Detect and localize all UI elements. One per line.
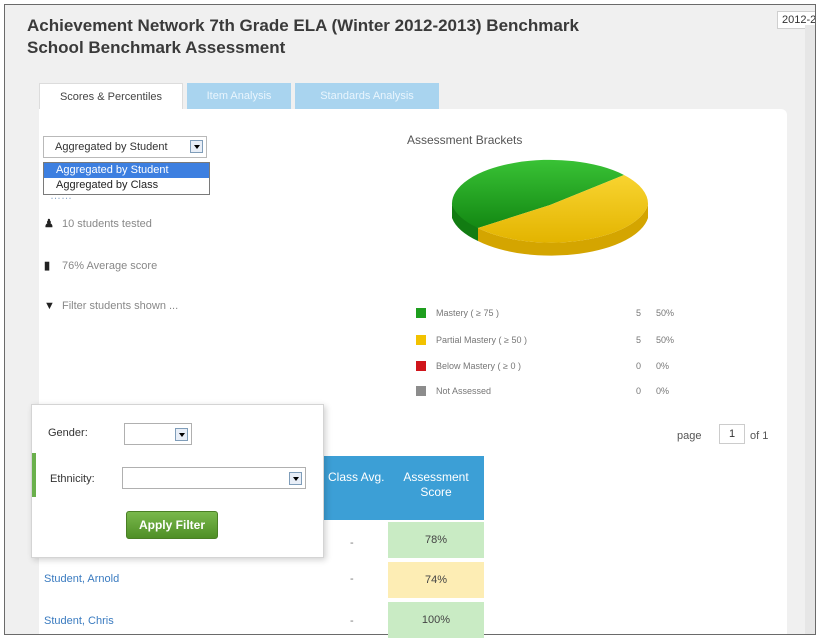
legend-count-not-assessed: 0 (636, 386, 642, 396)
filter-students-text: Filter students shown ... (62, 300, 179, 312)
pager-label: page (677, 430, 702, 442)
legend-swatch-not-assessed (416, 386, 426, 396)
page-title: Achievement Network 7th Grade ELA (Winte… (27, 15, 579, 59)
students-tested-stat: ♟ 10 students tested (44, 216, 152, 232)
legend-label-not-assessed: Not Assessed (436, 386, 492, 396)
pager-total: of 1 (750, 430, 769, 442)
bar-chart-icon: ▮ (44, 260, 51, 272)
legend-swatch-below (416, 361, 426, 371)
row-2-score: 74% (388, 562, 484, 598)
gender-select[interactable] (124, 423, 192, 445)
tab-scores-percentiles[interactable]: Scores & Percentiles (39, 83, 183, 109)
legend-percent-partial: 50% (656, 335, 675, 345)
window-scrollbar[interactable] (805, 25, 815, 634)
chevron-down-icon[interactable] (289, 472, 302, 485)
brackets-pie-chart (451, 159, 649, 256)
legend-percent-not-assessed: 0% (656, 386, 670, 396)
ethnicity-label: Ethnicity: (50, 473, 95, 485)
legend-label-partial: Partial Mastery ( ≥ 50 ) (436, 335, 527, 345)
legend-label-mastery: Mastery ( ≥ 75 ) (436, 308, 499, 318)
row-3-class-avg: - (350, 615, 354, 627)
filter-popup: Gender: Ethnicity: Apply Filter (31, 404, 324, 558)
filter-students-link[interactable]: ▼ Filter students shown ... (44, 298, 178, 314)
legend-count-partial: 5 (636, 335, 642, 345)
aggregation-selected: Aggregated by Student (55, 141, 168, 153)
student-link-chris[interactable]: Student, Chris (44, 615, 114, 627)
page-number-input[interactable]: 1 (719, 424, 745, 444)
legend-swatch-partial (416, 335, 426, 345)
legend-label-below: Below Mastery ( ≥ 0 ) (436, 361, 521, 371)
legend-percent-mastery: 50% (656, 308, 675, 318)
column-header-class-avg[interactable]: Class Avg. (322, 456, 388, 520)
row-2-class-avg: - (350, 573, 354, 585)
title-line-1: Achievement Network 7th Grade ELA (Winte… (27, 16, 579, 35)
chevron-down-icon[interactable] (175, 428, 188, 441)
row-1-score: 78% (388, 522, 484, 558)
chevron-down-icon[interactable] (190, 140, 203, 153)
option-aggregated-by-student[interactable]: Aggregated by Student (44, 163, 209, 178)
average-score-text: 76% Average score (62, 260, 158, 272)
aggregation-select[interactable]: Aggregated by Student (43, 136, 207, 158)
aggregation-options: Aggregated by Student Aggregated by Clas… (43, 162, 210, 195)
users-icon: ♟ (44, 218, 54, 230)
legend-count-mastery: 5 (636, 308, 642, 318)
column-header-assessment-score[interactable]: Assessment Score (388, 456, 484, 520)
tab-item-analysis[interactable]: Item Analysis (187, 83, 291, 109)
brackets-title: Assessment Brackets (407, 133, 523, 147)
row-3-score: 100% (388, 602, 484, 638)
title-line-2: School Benchmark Assessment (27, 38, 286, 57)
legend-swatch-mastery (416, 308, 426, 318)
tab-standards-analysis[interactable]: Standards Analysis (295, 83, 439, 109)
average-score-stat: ▮ 76% Average score (44, 258, 157, 274)
gender-label: Gender: (48, 427, 88, 439)
students-tested-text: 10 students tested (62, 218, 152, 230)
legend-count-below: 0 (636, 361, 642, 371)
option-aggregated-by-class[interactable]: Aggregated by Class (44, 178, 209, 193)
ethnicity-select[interactable] (122, 467, 306, 489)
filter-accent-bar (32, 453, 36, 497)
apply-filter-button[interactable]: Apply Filter (126, 511, 218, 539)
legend-percent-below: 0% (656, 361, 670, 371)
student-link-arnold[interactable]: Student, Arnold (44, 573, 119, 585)
filter-icon: ▼ (44, 300, 55, 312)
row-1-class-avg: - (350, 537, 354, 549)
